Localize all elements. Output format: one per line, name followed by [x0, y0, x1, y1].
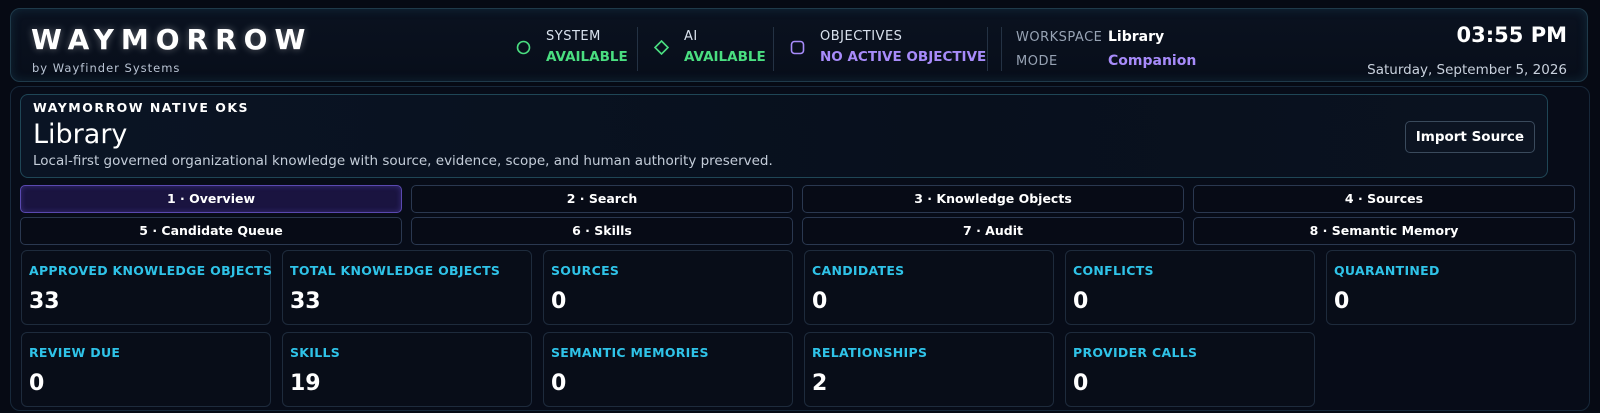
stat-label: QUARANTINED — [1334, 263, 1440, 278]
stat-value: 33 — [29, 289, 60, 314]
import-source-button[interactable]: Import Source — [1404, 121, 1535, 153]
stat-card-skills: SKILLS 19 — [282, 332, 532, 407]
tab-knowledge-objects[interactable]: 3 · Knowledge Objects — [802, 185, 1184, 213]
stat-card-review-due: REVIEW DUE 0 — [21, 332, 271, 407]
stat-card-candidates: CANDIDATES 0 — [804, 250, 1054, 325]
stat-label: SKILLS — [290, 345, 341, 360]
tab-overview[interactable]: 1 · Overview — [20, 185, 402, 213]
stat-label: RELATIONSHIPS — [812, 345, 928, 360]
section-eyebrow: WAYMORROW NATIVE OKS — [33, 100, 250, 115]
mode-value: Companion — [1108, 53, 1197, 69]
system-status: SYSTEM AVAILABLE — [516, 29, 636, 69]
divider — [637, 27, 638, 71]
objectives-status-label: OBJECTIVES — [820, 29, 903, 44]
system-status-value: AVAILABLE — [546, 49, 628, 65]
stat-card-quarantined: QUARANTINED 0 — [1326, 250, 1576, 325]
stat-label: CONFLICTS — [1073, 263, 1154, 278]
stat-value: 0 — [1073, 289, 1089, 314]
stat-card-approved-knowledge-objects: APPROVED KNOWLEDGE OBJECTS 33 — [21, 250, 273, 325]
brand-title: WAYMORROW — [31, 23, 313, 56]
page-title: Library — [33, 119, 128, 150]
stat-label: SEMANTIC MEMORIES — [551, 345, 709, 360]
stat-label: REVIEW DUE — [29, 345, 121, 360]
brand-subtitle: by Wayfinder Systems — [32, 61, 181, 75]
stat-value: 0 — [1334, 289, 1350, 314]
tab-candidate-queue[interactable]: 5 · Candidate Queue — [20, 217, 402, 245]
stat-value: 0 — [812, 289, 828, 314]
system-status-label: SYSTEM — [546, 29, 601, 44]
stat-label: CANDIDATES — [812, 263, 905, 278]
stat-label: TOTAL KNOWLEDGE OBJECTS — [290, 263, 501, 278]
objectives-status-value: NO ACTIVE OBJECTIVE — [820, 49, 987, 65]
objectives-status: OBJECTIVES NO ACTIVE OBJECTIVE — [790, 29, 990, 69]
divider — [987, 27, 988, 71]
tab-audit[interactable]: 7 · Audit — [802, 217, 1184, 245]
stat-value: 0 — [551, 371, 567, 396]
diamond-status-icon — [654, 40, 669, 55]
stat-label: SOURCES — [551, 263, 620, 278]
stat-value: 33 — [290, 289, 321, 314]
tab-sources[interactable]: 4 · Sources — [1193, 185, 1575, 213]
clock-time: 03:55 PM — [1456, 23, 1567, 47]
stat-card-conflicts: CONFLICTS 0 — [1065, 250, 1315, 325]
circle-status-icon — [516, 40, 531, 55]
tab-skills[interactable]: 6 · Skills — [411, 217, 793, 245]
stat-card-provider-calls: PROVIDER CALLS 0 — [1065, 332, 1315, 407]
ai-status: AI AVAILABLE — [654, 29, 774, 69]
ai-status-label: AI — [684, 29, 698, 44]
library-header: WAYMORROW NATIVE OKS Library Local-first… — [20, 94, 1548, 178]
workspace-value: Library — [1108, 29, 1165, 45]
stat-label: APPROVED KNOWLEDGE OBJECTS — [29, 263, 273, 278]
stat-label: PROVIDER CALLS — [1073, 345, 1198, 360]
stat-value: 2 — [812, 371, 828, 396]
tab-search[interactable]: 2 · Search — [411, 185, 793, 213]
stat-card-relationships: RELATIONSHIPS 2 — [804, 332, 1054, 407]
stat-card-sources: SOURCES 0 — [543, 250, 793, 325]
rounded-square-status-icon — [790, 40, 805, 55]
workspace-info: WORKSPACE Library MODE Companion — [1016, 29, 1216, 69]
stat-card-total-knowledge-objects: TOTAL KNOWLEDGE OBJECTS 33 — [282, 250, 532, 325]
divider — [1001, 27, 1002, 71]
tab-semantic-memory[interactable]: 8 · Semantic Memory — [1193, 217, 1575, 245]
stat-value: 0 — [1073, 371, 1089, 396]
clock-date: Saturday, September 5, 2026 — [1367, 62, 1567, 78]
mode-label: MODE — [1016, 54, 1058, 69]
divider — [773, 27, 774, 71]
stat-value: 0 — [29, 371, 45, 396]
ai-status-value: AVAILABLE — [684, 49, 766, 65]
stat-value: 19 — [290, 371, 321, 396]
top-bar: WAYMORROW by Wayfinder Systems SYSTEM AV… — [10, 8, 1588, 82]
page-description: Local-first governed organizational know… — [33, 153, 773, 169]
workspace-label: WORKSPACE — [1016, 30, 1103, 45]
stat-card-semantic-memories: SEMANTIC MEMORIES 0 — [543, 332, 793, 407]
stat-value: 0 — [551, 289, 567, 314]
